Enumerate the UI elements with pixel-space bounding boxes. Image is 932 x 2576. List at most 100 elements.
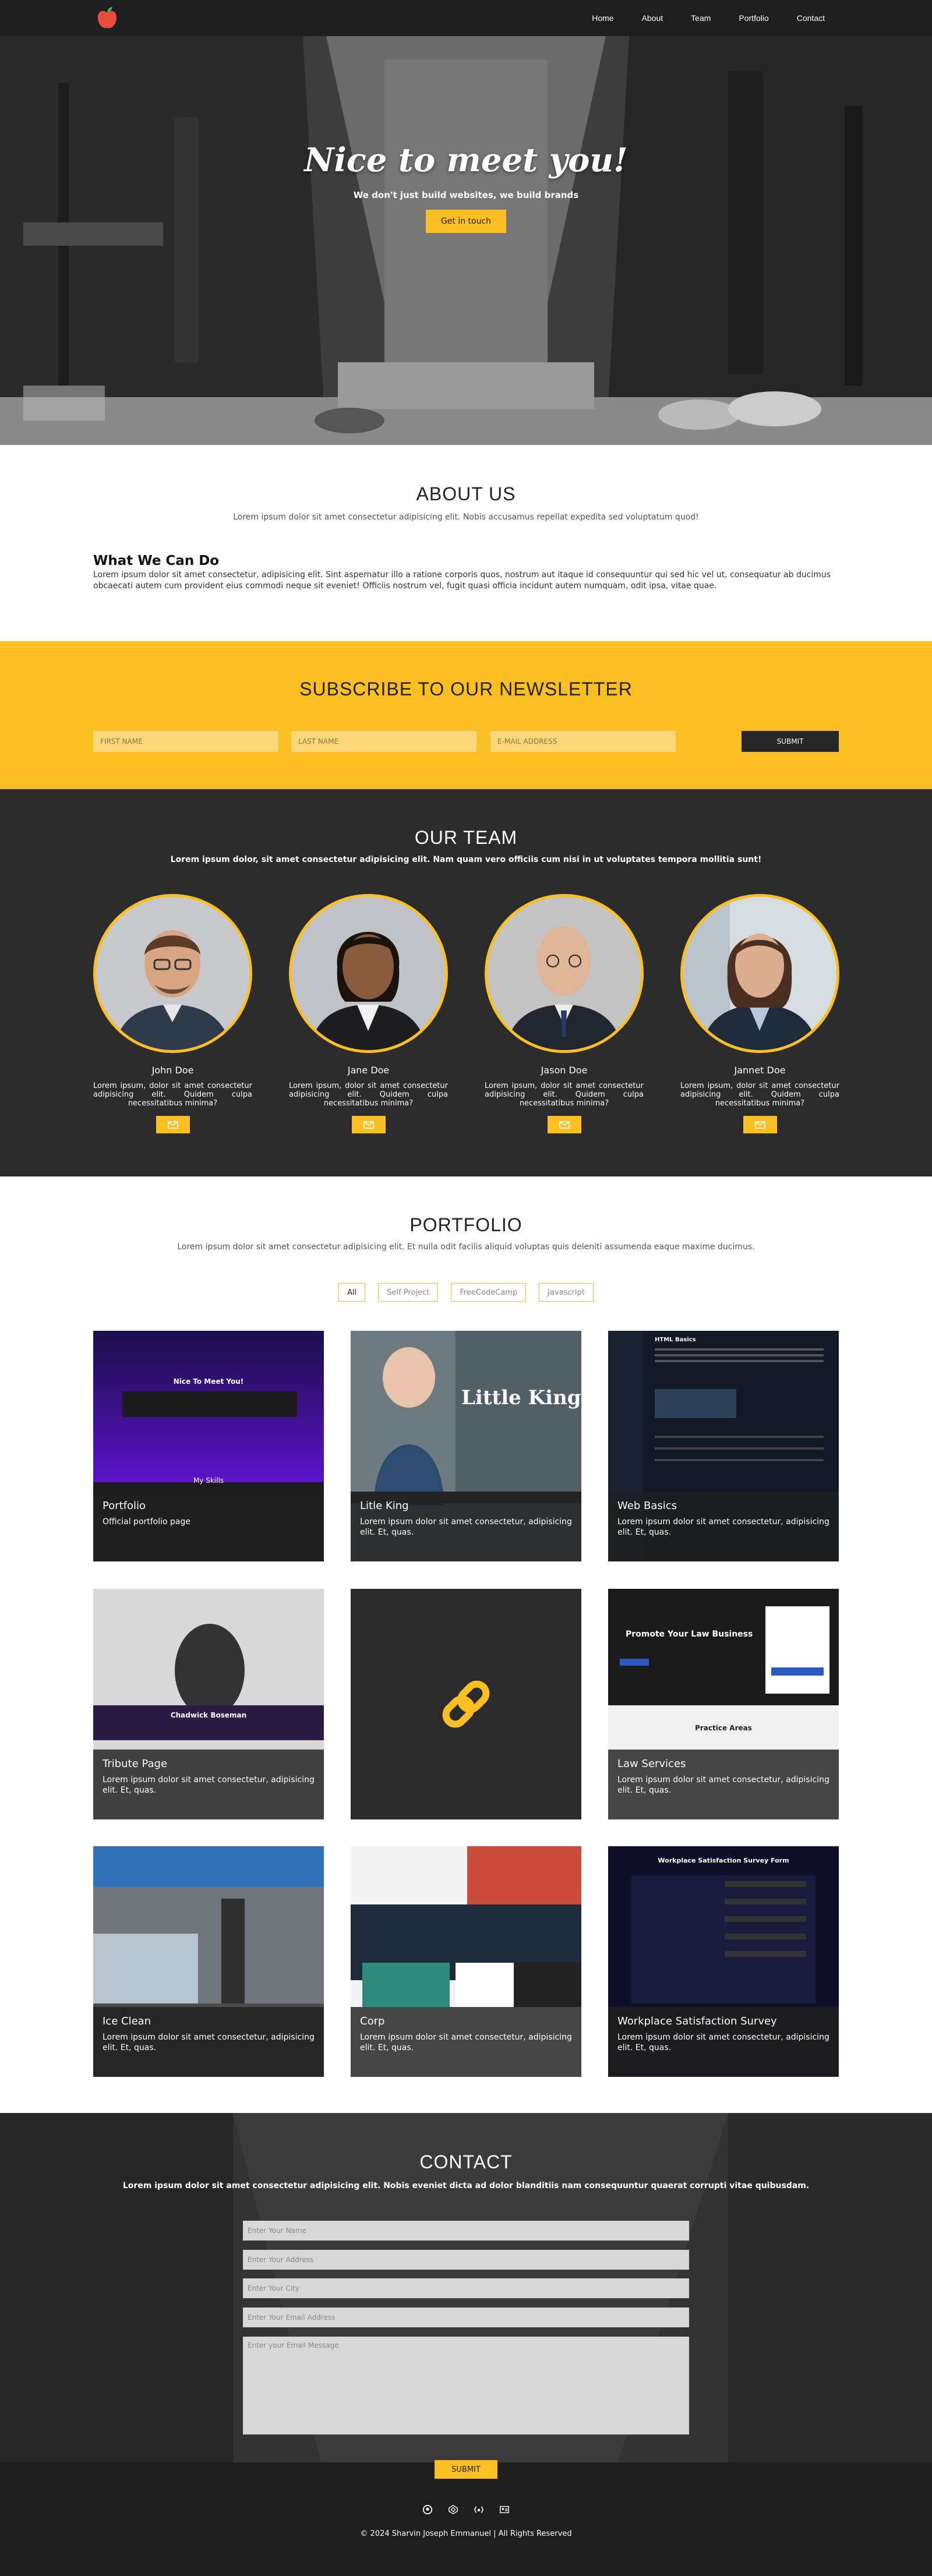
portfolio-card[interactable]: Corp Lorem ipsum dolor sit amet consecte…: [351, 1846, 581, 2077]
portfolio-card[interactable]: Ice Clean Lorem ipsum dolor sit amet con…: [93, 1846, 324, 2077]
footer-copyright: © 2024 Sharvin Joseph Emmanuel | All Rig…: [360, 2529, 572, 2538]
github-icon[interactable]: [422, 2504, 433, 2515]
team-subtitle: Lorem ipsum dolor, sit amet consectetur …: [170, 855, 762, 864]
portfolio-card[interactable]: Workplace Satisfaction Survey Form Workp…: [608, 1846, 839, 2077]
thumb-title: Workplace Satisfaction Survey Form: [658, 1857, 789, 1864]
about-text: Lorem ipsum dolor sit amet consectetur a…: [233, 513, 699, 522]
filter-freecodecamp[interactable]: FreeCodeCamp: [451, 1283, 527, 1302]
portfolio-card[interactable]: Chadwick Boseman Tribute Page Lorem ipsu…: [93, 1589, 324, 1819]
id-card-icon[interactable]: [499, 2504, 510, 2515]
nav-links: Home About Team Portfolio Contact: [578, 0, 839, 36]
team-member: Jane Doe Lorem ipsum, dolor sit amet con…: [289, 894, 448, 1133]
nav-link-home[interactable]: Home: [578, 13, 627, 23]
what-we-can-do-heading: What We Can Do: [93, 553, 220, 568]
apple-logo-icon[interactable]: [93, 5, 121, 33]
member-description: Lorem ipsum, dolor sit amet consectetur …: [289, 1082, 448, 1108]
card-overlay: Tribute Page Lorem ipsum dolor sit amet …: [93, 1750, 324, 1819]
last-name-input[interactable]: LAST NAME: [291, 731, 476, 752]
team-member: Jannet Doe Lorem ipsum, dolor sit amet c…: [680, 894, 839, 1133]
card-description: Lorem ipsum dolor sit amet consectetur, …: [617, 1775, 829, 1795]
card-title: Ice Clean: [103, 2015, 151, 2027]
newsletter-title: SUBSCRIBE TO OUR NEWSLETTER: [299, 679, 633, 699]
first-name-input[interactable]: FIRST NAME: [93, 731, 278, 752]
card-description: Lorem ipsum dolor sit amet consectetur, …: [360, 2033, 572, 2052]
team-title: OUR TEAM: [414, 827, 518, 848]
envelope-icon: [559, 1121, 570, 1129]
portfolio-title: PORTFOLIO: [409, 1214, 523, 1235]
portfolio-card[interactable]: Promote Your Law Business Practice Areas…: [608, 1589, 839, 1819]
newsletter-section: [0, 641, 932, 789]
envelope-icon: [363, 1121, 374, 1129]
nav-link-contact[interactable]: Contact: [783, 13, 839, 23]
envelope-icon: [754, 1121, 765, 1129]
filter-self-project[interactable]: Self Project: [378, 1283, 439, 1302]
about-title: ABOUT US: [416, 483, 516, 504]
email-input[interactable]: Enter Your Email Address: [243, 2308, 689, 2327]
message-textarea[interactable]: Enter your Email Message: [243, 2337, 689, 2434]
card-title: Law Services: [617, 1758, 686, 1770]
avatar: [289, 894, 448, 1053]
team-member: Jason Doe Lorem ipsum, dolor sit amet co…: [485, 894, 644, 1133]
codepen-icon[interactable]: [448, 2504, 458, 2515]
thumb-title: HTML Basics: [655, 1337, 696, 1343]
thumb-section: Practice Areas: [695, 1724, 752, 1732]
card-overlay: Law Services Lorem ipsum dolor sit amet …: [608, 1750, 839, 1819]
card-overlay: Corp Lorem ipsum dolor sit amet consecte…: [351, 2007, 581, 2077]
thumb-title: Promote Your Law Business: [626, 1630, 753, 1639]
card-description: Lorem ipsum dolor sit amet consectetur, …: [360, 1517, 572, 1537]
freecodecamp-icon[interactable]: [474, 2504, 484, 2515]
chain-link-icon: [442, 1680, 490, 1728]
portfolio-filters: All Self Project FreeCodeCamp Javascript: [0, 1283, 932, 1302]
thumb-label: My Skills: [193, 1476, 224, 1485]
email-input[interactable]: E-MAIL ADDRESS: [490, 731, 676, 752]
portfolio-card[interactable]: Nice To Meet You! My Skills Portfolio Of…: [93, 1331, 324, 1561]
social-links: [0, 2504, 932, 2515]
contact-subtitle: Lorem ipsum dolor sit amet consectetur a…: [122, 2181, 810, 2190]
portfolio-subtitle: Lorem ipsum dolor sit amet consectetur a…: [177, 1242, 755, 1252]
member-name: Jannet Doe: [734, 1065, 786, 1076]
newsletter-submit-button[interactable]: SUBMIT: [742, 731, 839, 752]
mail-button[interactable]: [743, 1116, 777, 1133]
address-input[interactable]: Enter Your Address: [243, 2250, 689, 2270]
member-name: John Doe: [151, 1065, 194, 1076]
avatar: [680, 894, 839, 1053]
card-title: Tribute Page: [103, 1758, 168, 1770]
card-description: Official portfolio page: [103, 1517, 191, 1526]
member-description: Lorem ipsum, dolor sit amet consectetur …: [485, 1082, 644, 1108]
mail-button[interactable]: [156, 1116, 190, 1133]
nav-link-portfolio[interactable]: Portfolio: [725, 13, 782, 23]
filter-all[interactable]: All: [338, 1283, 366, 1302]
member-name: Jane Doe: [347, 1065, 390, 1076]
nav-link-team[interactable]: Team: [677, 13, 725, 23]
thumb-title: Chadwick Boseman: [170, 1711, 247, 1719]
card-title: Web Basics: [617, 1500, 677, 1512]
get-in-touch-button[interactable]: Get in touch: [426, 210, 506, 233]
city-input[interactable]: Enter Your City: [243, 2278, 689, 2298]
card-overlay: Litle King Lorem ipsum dolor sit amet co…: [351, 1492, 581, 1561]
member-name: Jason Doe: [541, 1065, 588, 1076]
portfolio-card[interactable]: [351, 1589, 581, 1819]
mail-button[interactable]: [351, 1116, 386, 1133]
card-title: Litle King: [360, 1500, 409, 1512]
member-description: Lorem ipsum, dolor sit amet consectetur …: [680, 1082, 839, 1108]
avatar: [93, 894, 252, 1053]
card-description: Lorem ipsum dolor sit amet consectetur, …: [103, 1775, 315, 1795]
name-input[interactable]: Enter Your Name: [243, 2221, 689, 2241]
member-description: Lorem ipsum, dolor sit amet consectetur …: [93, 1082, 252, 1108]
portfolio-card[interactable]: Little King Litle King Lorem ipsum dolor…: [351, 1331, 581, 1561]
team-member: John Doe Lorem ipsum, dolor sit amet con…: [93, 894, 252, 1133]
hero-title: Nice to meet you!: [304, 141, 628, 179]
what-we-can-do-text: Lorem ipsum dolor sit amet consectetur, …: [93, 570, 831, 591]
thumb-title: Nice To Meet You!: [173, 1377, 244, 1386]
portfolio-card[interactable]: HTML Basics Web Basics Lorem ipsum dolor…: [608, 1331, 839, 1561]
contact-submit-button[interactable]: SUBMIT: [435, 2460, 497, 2479]
envelope-icon: [167, 1121, 178, 1129]
contact-title: CONTACT: [419, 2151, 513, 2172]
filter-javascript[interactable]: Javascript: [539, 1283, 594, 1302]
card-description: Lorem ipsum dolor sit amet consectetur, …: [617, 1517, 829, 1537]
hero-background-image: [0, 36, 932, 445]
mail-button[interactable]: [547, 1116, 581, 1133]
card-title: Portfolio: [103, 1500, 146, 1512]
nav-link-about[interactable]: About: [628, 13, 677, 23]
card-overlay: Portfolio Official portfolio page: [93, 1492, 324, 1561]
